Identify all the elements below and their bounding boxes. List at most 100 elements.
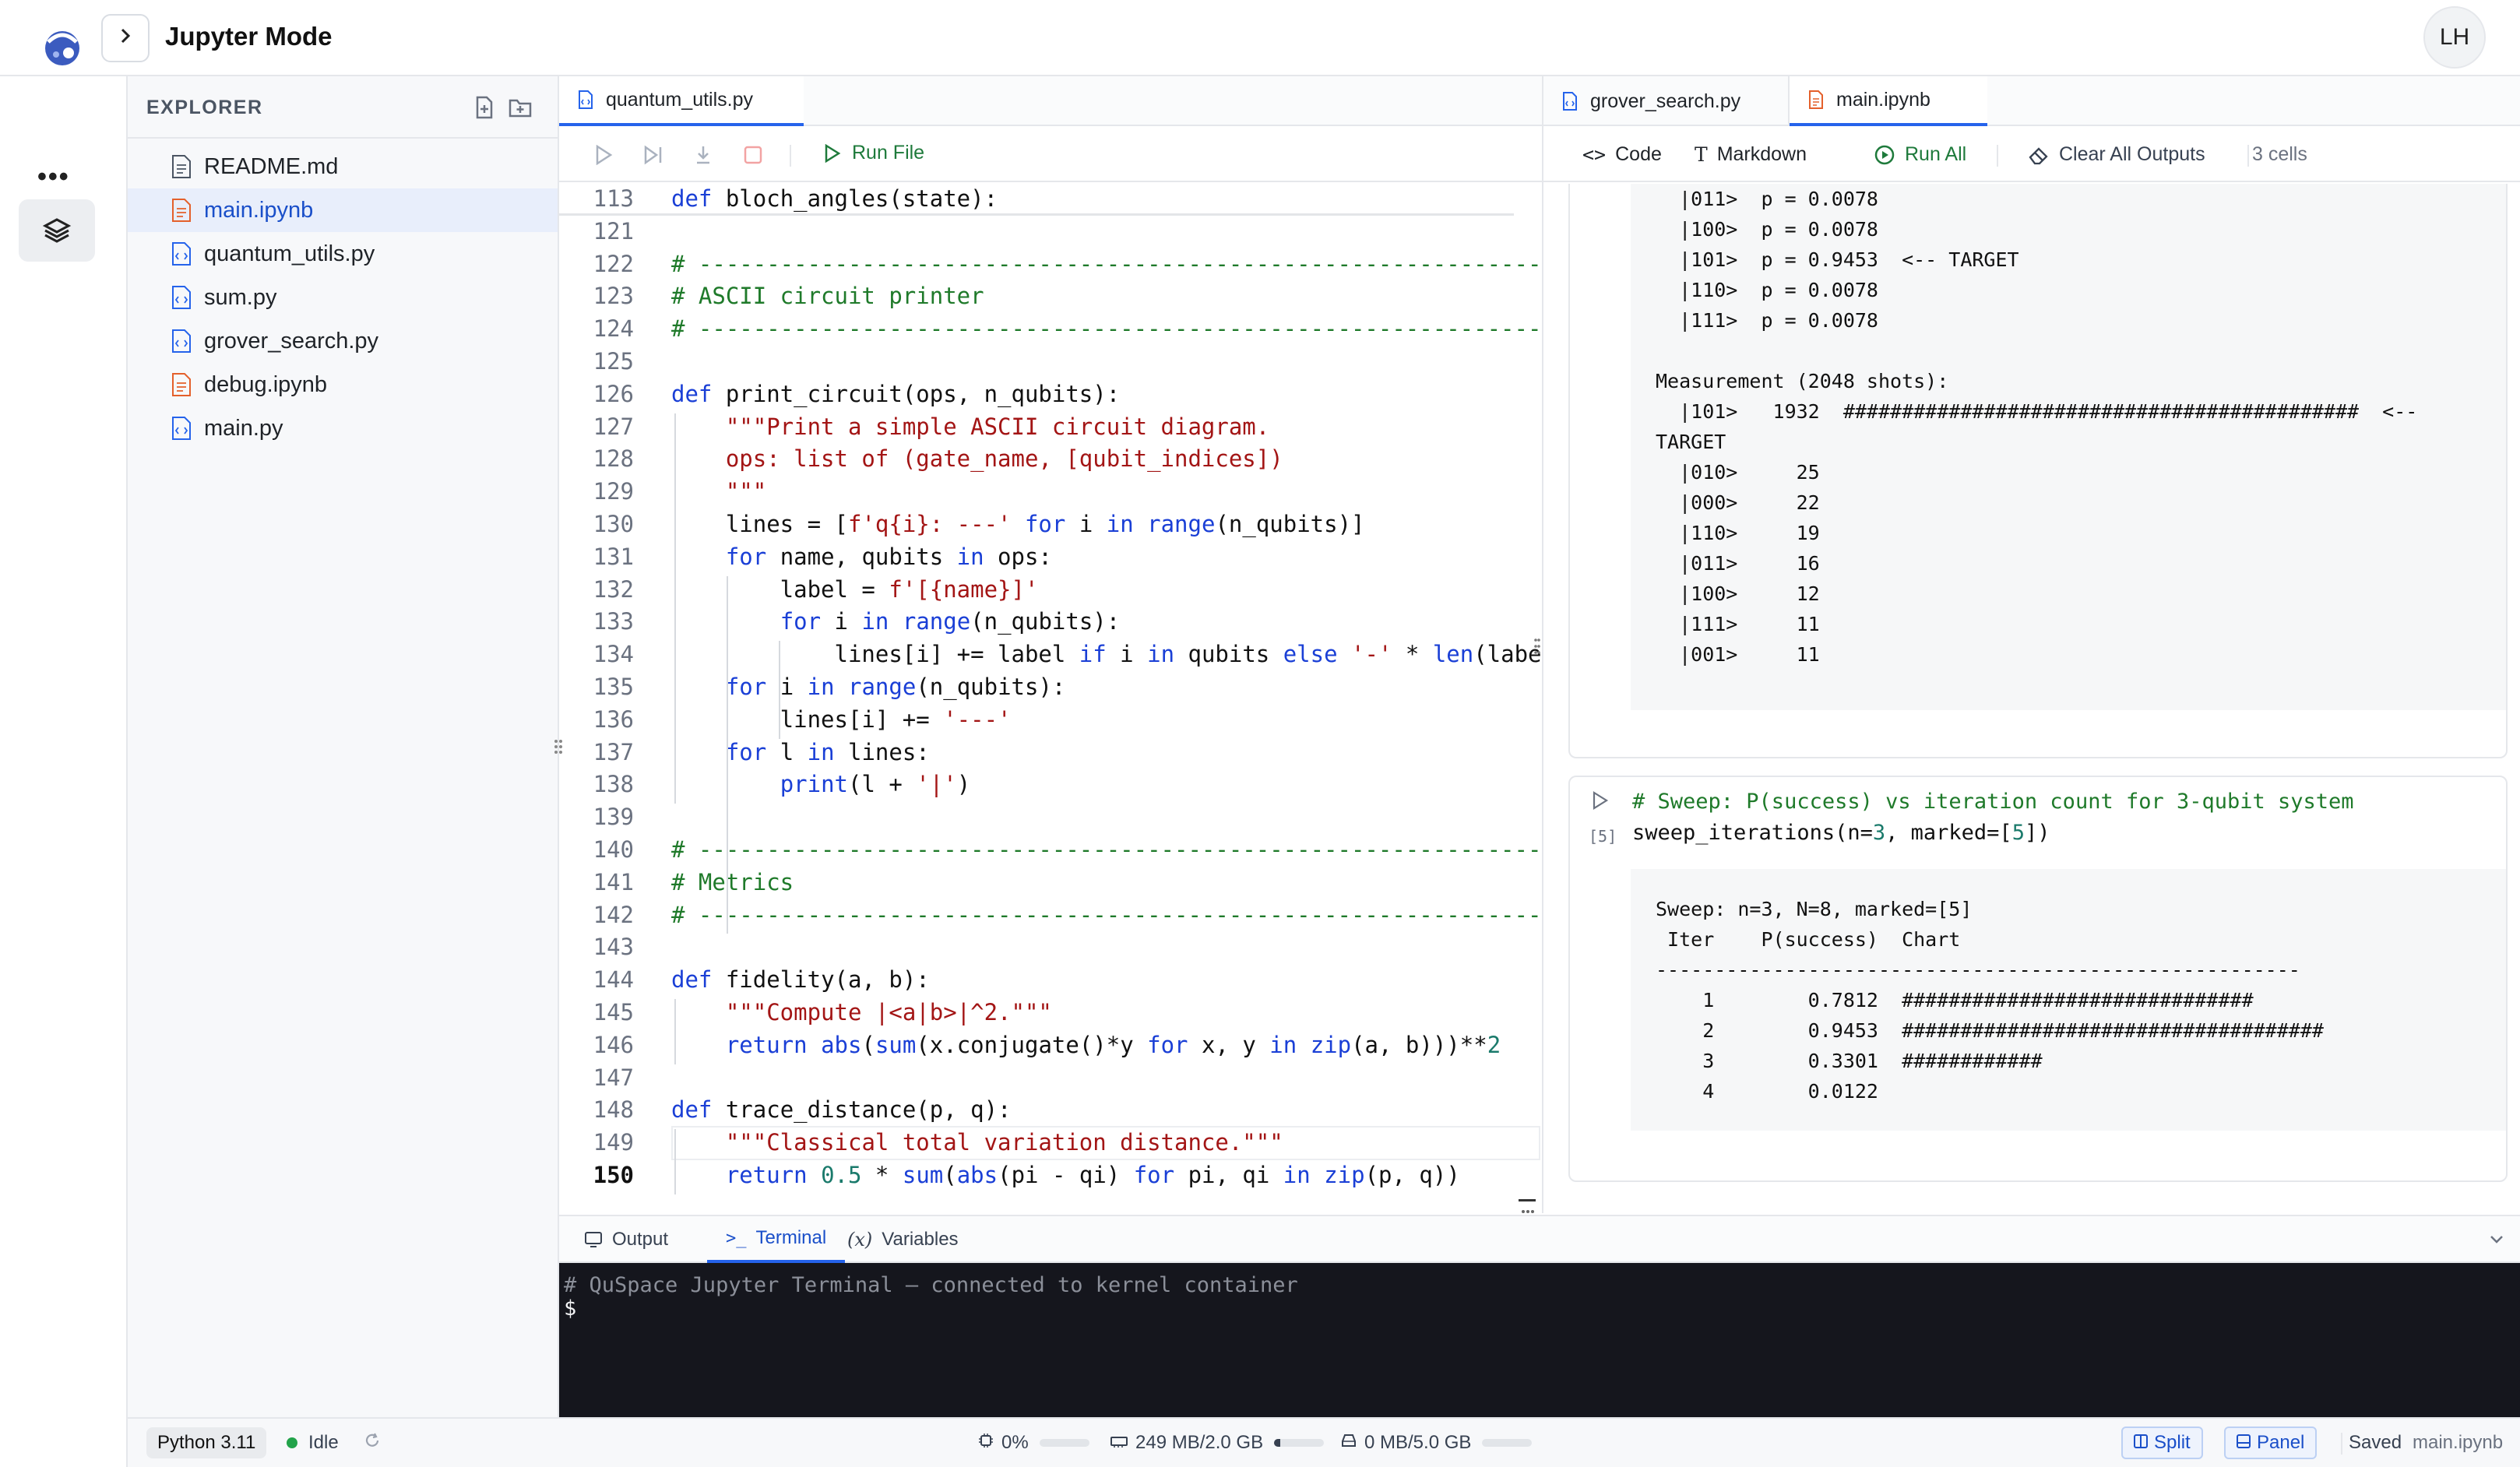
layers-icon[interactable] bbox=[19, 199, 95, 262]
code-line: return abs(sum(x.conjugate()*y for x, y … bbox=[725, 1031, 1501, 1058]
file-item[interactable]: sum.py bbox=[128, 276, 558, 319]
add-code-button[interactable]: <> Code bbox=[1582, 143, 1662, 166]
code-line: def trace_distance(p, q): bbox=[671, 1096, 1012, 1124]
run-all-button[interactable]: Run All bbox=[1874, 143, 1966, 166]
tab-quantum-utils[interactable]: quantum_utils.py bbox=[559, 76, 804, 126]
code-line: """Print a simple ASCII circuit diagram. bbox=[725, 413, 1270, 440]
line-number: 130 bbox=[593, 511, 634, 537]
more-menu-icon[interactable]: ••• bbox=[37, 162, 70, 192]
file-item[interactable]: main.ipynb bbox=[128, 188, 558, 232]
run-cell-icon[interactable] bbox=[1592, 791, 1609, 814]
panel-icon bbox=[2237, 1432, 2251, 1454]
line-number: 121 bbox=[593, 217, 634, 244]
code-line: lines = [f'q{i}: ---' for i in range(n_q… bbox=[671, 511, 1365, 537]
code-line: # --------------------------------------… bbox=[671, 250, 1540, 277]
memory-meter bbox=[1274, 1439, 1325, 1447]
line-number: 145 bbox=[593, 999, 634, 1025]
notebook-file-icon bbox=[172, 373, 191, 396]
line-number: 137 bbox=[593, 738, 634, 765]
file-item[interactable]: grover_search.py bbox=[128, 319, 558, 363]
split-view-button[interactable]: Split bbox=[2121, 1427, 2203, 1459]
python-file-icon bbox=[172, 286, 191, 309]
line-number: 127 bbox=[593, 413, 634, 440]
play-circle-icon bbox=[1874, 145, 1895, 164]
line-number: 149 bbox=[593, 1129, 634, 1156]
line-number: 139 bbox=[593, 804, 634, 831]
code-line: for i in range(n_qubits): bbox=[780, 608, 1121, 635]
chevron-down-icon[interactable] bbox=[2487, 1230, 2506, 1253]
code-line: lines[i] += '---' bbox=[671, 705, 1012, 733]
file-item[interactable]: main.py bbox=[128, 406, 558, 450]
code-icon: <> bbox=[1582, 143, 1607, 166]
line-number: 143 bbox=[593, 934, 634, 961]
line-number: 135 bbox=[593, 674, 634, 700]
disk-icon bbox=[1341, 1432, 1357, 1454]
activity-rail: ••• bbox=[0, 76, 128, 1467]
code-line: # --------------------------------------… bbox=[671, 901, 1540, 928]
python-file-icon bbox=[579, 90, 593, 109]
line-number: 125 bbox=[593, 348, 634, 375]
file-item[interactable]: README.md bbox=[128, 145, 558, 188]
line-number: 144 bbox=[593, 966, 634, 994]
line-number: 122 bbox=[593, 250, 634, 277]
top-bar: Jupyter Mode LH bbox=[0, 0, 2520, 76]
run-file-label: Run File bbox=[852, 142, 925, 164]
tab-output[interactable]: Output bbox=[584, 1216, 668, 1263]
tab-main-ipynb[interactable]: main.ipynb bbox=[1790, 76, 1987, 126]
tab-terminal[interactable]: >_ Terminal bbox=[707, 1216, 846, 1263]
code-line: def fidelity(a, b): bbox=[671, 966, 930, 994]
new-folder-icon[interactable] bbox=[506, 93, 534, 121]
code-line: for name, qubits in ops: bbox=[725, 543, 1052, 570]
code-line: """Classical total variation distance.""… bbox=[725, 1129, 1283, 1156]
tab-grover-search[interactable]: grover_search.py bbox=[1543, 76, 1790, 126]
line-number: 140 bbox=[593, 836, 634, 863]
python-version-badge[interactable]: Python 3.11 bbox=[146, 1427, 267, 1458]
explorer-title: EXPLORER bbox=[146, 97, 263, 118]
notebook-cell-5[interactable]: [5] # Sweep: P(success) vs iteration cou… bbox=[1568, 776, 2508, 1182]
notebook-tab-bar: grover_search.py main.ipynb bbox=[1543, 76, 2520, 126]
status-bar: Python 3.11 Idle 0% 249 MB/2.0 GB 0 MB/5… bbox=[128, 1417, 2520, 1467]
cell-count: 3 cells bbox=[2252, 143, 2307, 165]
explorer-resize-handle[interactable] bbox=[553, 735, 564, 758]
python-file-icon bbox=[172, 329, 191, 353]
code-line: # Metrics bbox=[671, 868, 794, 895]
explorer-header: EXPLORER bbox=[128, 76, 558, 139]
execution-count: [5] bbox=[1589, 827, 1617, 846]
line-number: 133 bbox=[593, 608, 634, 635]
new-file-icon[interactable] bbox=[470, 93, 498, 121]
file-item[interactable]: quantum_utils.py bbox=[128, 232, 558, 276]
line-number: 138 bbox=[593, 771, 634, 798]
memory-usage: 249 MB/2.0 GB bbox=[1110, 1419, 1325, 1467]
clear-outputs-button[interactable]: Clear All Outputs bbox=[2028, 143, 2205, 166]
code-line: """ bbox=[671, 478, 767, 505]
file-item[interactable]: debug.ipynb bbox=[128, 363, 558, 406]
file-explorer: EXPLORER README.md main.ipynb quantum_util… bbox=[128, 76, 559, 1417]
run-file-button[interactable]: Run File bbox=[824, 142, 924, 164]
notebook-pane: grover_search.py main.ipynb <> Code T Ma… bbox=[1542, 76, 2520, 1213]
stop-icon[interactable] bbox=[741, 143, 765, 167]
file-list: README.md main.ipynb quantum_utils.py sum.p… bbox=[128, 145, 558, 450]
step-icon[interactable] bbox=[642, 143, 665, 167]
user-avatar[interactable]: LH bbox=[2423, 6, 2486, 69]
code-line: for l in lines: bbox=[725, 738, 930, 765]
restart-icon[interactable] bbox=[364, 1432, 381, 1455]
tab-variables[interactable]: (x) Variables bbox=[847, 1216, 959, 1263]
sidebar-toggle-button[interactable] bbox=[101, 14, 150, 62]
monitor-icon bbox=[585, 1232, 602, 1247]
line-number: 124 bbox=[593, 315, 634, 343]
status-dot-icon bbox=[287, 1437, 297, 1448]
code-line: # ASCII circuit printer bbox=[671, 283, 984, 310]
indent-guide bbox=[674, 1129, 676, 1194]
code-line: """Compute |<a|b>|^2.""" bbox=[725, 999, 1052, 1025]
add-markdown-button[interactable]: T Markdown bbox=[1695, 143, 1807, 166]
panel-toggle-button[interactable]: Panel bbox=[2224, 1427, 2318, 1459]
indent-guide bbox=[674, 999, 676, 1064]
run-cell-icon[interactable] bbox=[592, 143, 615, 167]
step-into-icon[interactable] bbox=[692, 143, 715, 167]
terminal[interactable]: # QuSpace Jupyter Terminal — connected t… bbox=[559, 1263, 2520, 1417]
code-area[interactable]: 113 def bloch_angles(state): 121 122 # -----… bbox=[559, 184, 1540, 1212]
editor-resize-handle[interactable] bbox=[1534, 637, 1540, 659]
file-name: quantum_utils.py bbox=[204, 241, 375, 266]
line-number: 148 bbox=[593, 1096, 634, 1124]
cell-output-text: |011> p = 0.0078 |100> p = 0.0078 |101> … bbox=[1631, 184, 2506, 710]
